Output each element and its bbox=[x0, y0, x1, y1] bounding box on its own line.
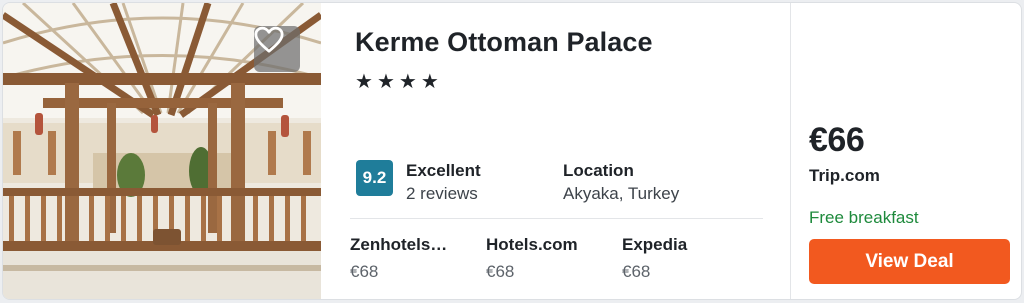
star-icon: ★ bbox=[376, 71, 395, 93]
column-divider bbox=[790, 3, 791, 299]
hotel-result-card[interactable]: Kerme Ottoman Palace ★ ★ ★ ★ 9.2 Excelle… bbox=[2, 2, 1022, 300]
rating-label: Excellent bbox=[406, 161, 481, 180]
free-breakfast-perk: Free breakfast bbox=[809, 208, 919, 227]
rating-score-badge: 9.2 bbox=[356, 160, 393, 196]
provider-price: €68 bbox=[350, 262, 379, 281]
view-deal-button[interactable]: View Deal bbox=[809, 239, 1010, 284]
star-icon: ★ bbox=[398, 71, 417, 93]
provider-price: €68 bbox=[622, 262, 651, 281]
best-price-site: Trip.com bbox=[809, 166, 880, 185]
star-icon: ★ bbox=[420, 71, 439, 93]
provider-option-expedia[interactable]: Expedia €68 bbox=[622, 235, 742, 282]
section-divider bbox=[350, 218, 763, 219]
hotel-name[interactable]: Kerme Ottoman Palace bbox=[355, 27, 653, 58]
provider-option-zenhotels[interactable]: Zenhotels… €68 bbox=[350, 235, 470, 282]
provider-price: €68 bbox=[486, 262, 515, 281]
heart-outline-icon bbox=[254, 26, 284, 53]
location-label: Location bbox=[563, 161, 634, 180]
hotel-photo[interactable] bbox=[3, 3, 321, 299]
location-value: Akyaka, Turkey bbox=[563, 184, 680, 203]
provider-name: Hotels.com bbox=[486, 235, 578, 254]
provider-name: Zenhotels… bbox=[350, 235, 448, 254]
provider-option-hotels-com[interactable]: Hotels.com €68 bbox=[486, 235, 606, 282]
review-count[interactable]: 2 reviews bbox=[406, 184, 478, 204]
star-rating: ★ ★ ★ ★ bbox=[355, 70, 439, 94]
star-icon: ★ bbox=[355, 71, 373, 93]
best-price: €66 bbox=[809, 121, 865, 159]
provider-name: Expedia bbox=[622, 235, 688, 254]
favorite-button[interactable] bbox=[254, 26, 300, 72]
